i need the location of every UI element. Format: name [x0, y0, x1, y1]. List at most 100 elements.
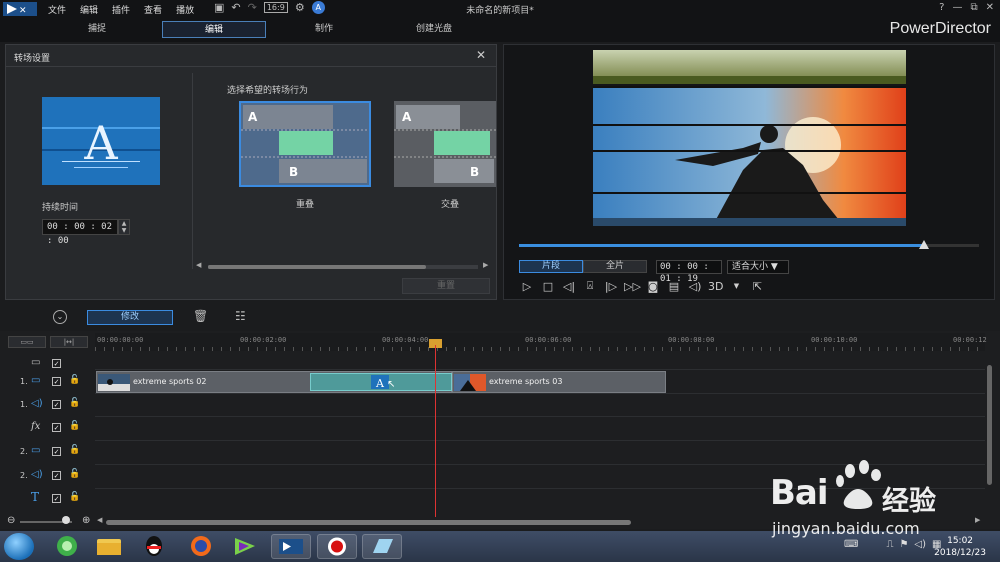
- tab-produce[interactable]: 制作: [272, 21, 376, 38]
- lock-icon[interactable]: 🔓: [69, 375, 80, 385]
- transition-clip[interactable]: A ↖: [310, 373, 452, 391]
- firefox-icon[interactable]: [181, 534, 221, 559]
- file-explorer-icon[interactable]: [89, 534, 129, 559]
- stop-icon[interactable]: □: [540, 280, 556, 293]
- chevron-down-icon[interactable]: ▼: [728, 282, 744, 290]
- track-separator: [95, 393, 985, 394]
- track-enable-checkbox[interactable]: ✓: [52, 423, 61, 432]
- track-enable-checkbox[interactable]: ✓: [52, 359, 61, 368]
- panel-title: 转场设置: [14, 54, 51, 64]
- lock-icon[interactable]: 🔓: [69, 469, 80, 479]
- volume-icon[interactable]: ◁): [687, 280, 703, 293]
- zoom-in-icon[interactable]: ⊕: [82, 515, 90, 526]
- seek-progress: [519, 244, 924, 247]
- tab-edit[interactable]: 编辑: [162, 21, 266, 38]
- video-editor-icon[interactable]: [225, 534, 265, 559]
- trash-icon[interactable]: 🗑: [193, 309, 208, 323]
- lock-icon[interactable]: 🔓: [69, 492, 80, 502]
- screen-recorder-icon[interactable]: [317, 534, 357, 559]
- taskbar-clock[interactable]: 15:02 2018/12/23: [934, 535, 986, 559]
- playhead-line: [435, 345, 436, 517]
- keyboard-icon[interactable]: ⌨: [844, 539, 858, 550]
- mark-icon[interactable]: ⍓: [582, 279, 598, 293]
- tab-capture[interactable]: 捕捉: [45, 21, 149, 38]
- track-separator: [95, 369, 985, 370]
- option-overlap[interactable]: A B: [239, 101, 371, 187]
- clip-mode-button[interactable]: 片段: [519, 260, 583, 273]
- duration-spinner[interactable]: ▲ ▼: [118, 219, 130, 235]
- list-icon[interactable]: ☷: [235, 309, 246, 323]
- lock-icon[interactable]: 🔓: [69, 421, 80, 431]
- modify-button[interactable]: 修改: [87, 310, 173, 325]
- scroll-right-icon[interactable]: ▶: [975, 516, 980, 524]
- qq-icon[interactable]: [134, 534, 174, 559]
- scroll-left-icon[interactable]: ◀: [97, 516, 102, 524]
- fit-size-select[interactable]: 适合大小 ▼: [727, 260, 789, 274]
- option-crossfade-label: 交叠: [440, 200, 459, 210]
- flag-icon[interactable]: ⚑: [899, 539, 908, 550]
- movie-mode-button[interactable]: 全片: [583, 260, 647, 273]
- scroll-left-icon[interactable]: ◀: [196, 261, 201, 269]
- seek-bar[interactable]: [519, 244, 979, 247]
- tab-create-disc[interactable]: 创建光盘: [382, 21, 486, 38]
- powerdirector-taskbar-icon[interactable]: [271, 534, 311, 559]
- storyboard-view-button[interactable]: ▭▭: [8, 336, 46, 348]
- track-enable-checkbox[interactable]: ✓: [52, 377, 61, 386]
- svg-text:B: B: [289, 165, 298, 179]
- video-clip[interactable]: extreme sports 03: [452, 371, 666, 393]
- restore-icon[interactable]: ⧉: [970, 2, 977, 13]
- svg-text:A: A: [375, 377, 385, 389]
- fit-timeline-button[interactable]: |↔|: [50, 336, 88, 348]
- timeline-horizontal-scrollbar[interactable]: [106, 520, 631, 525]
- scroll-right-icon[interactable]: ▶: [483, 261, 488, 269]
- windows-taskbar: ⌨ ⎍ ⚑ ◁) ▦ 15:02 2018/12/23: [0, 531, 1000, 562]
- browser-360-icon[interactable]: [47, 534, 87, 559]
- track-enable-checkbox[interactable]: ✓: [52, 400, 61, 409]
- track-enable-checkbox[interactable]: ✓: [52, 471, 61, 480]
- 3d-toggle[interactable]: 3D: [708, 280, 723, 293]
- snapshot-icon[interactable]: ◙: [645, 280, 661, 293]
- usb-icon[interactable]: ⎍: [886, 539, 893, 550]
- undock-icon[interactable]: ⇱: [749, 280, 765, 293]
- tick-label: 00:00:12: [953, 336, 987, 344]
- timecode-display[interactable]: 00 : 00 : 01 : 19: [656, 260, 722, 284]
- track-separator: [95, 464, 985, 465]
- options-scrollbar[interactable]: ◀ ▶: [196, 261, 491, 271]
- lock-icon[interactable]: 🔓: [69, 445, 80, 455]
- duration-input[interactable]: 00 : 00 : 02 : 00: [42, 219, 118, 246]
- track-number: 2.: [20, 447, 28, 456]
- timeline: ▭▭ |↔| 00:00:00:00 00:00:02:00 00:00:04:…: [0, 331, 1000, 529]
- notepad-icon[interactable]: [362, 534, 402, 559]
- video-track-icon: ▭: [31, 445, 41, 456]
- more-options-icon[interactable]: ⌄: [53, 310, 67, 324]
- close-icon[interactable]: ✕: [476, 48, 486, 62]
- track-separator: [95, 416, 985, 417]
- prev-frame-icon[interactable]: ◁|: [561, 280, 577, 293]
- crossfade-diagram-icon: A B: [394, 101, 496, 187]
- preview-frame-image: [593, 50, 906, 226]
- timeline-ruler[interactable]: 00:00:00:00 00:00:02:00 00:00:04:00 00:0…: [95, 333, 987, 351]
- reset-button[interactable]: 重置: [402, 278, 490, 294]
- zoom-out-icon[interactable]: ⊖: [7, 515, 15, 526]
- lock-icon[interactable]: 🔓: [69, 398, 80, 408]
- clip-movie-toggle: 片段 全片: [519, 260, 647, 273]
- zoom-knob[interactable]: [62, 516, 70, 524]
- option-crossfade[interactable]: A B: [394, 101, 496, 187]
- help-icon[interactable]: ?: [939, 2, 944, 13]
- track-enable-checkbox[interactable]: ✓: [52, 447, 61, 456]
- play-icon[interactable]: ▷: [519, 280, 535, 293]
- start-button-icon[interactable]: [4, 533, 34, 560]
- tick-label: 00:00:10:00: [811, 336, 858, 344]
- volume-icon[interactable]: ◁): [914, 539, 926, 550]
- minimize-icon[interactable]: —: [952, 2, 962, 13]
- close-icon[interactable]: ✕: [986, 2, 994, 13]
- next-frame-icon[interactable]: |▷: [603, 280, 619, 293]
- track-enable-checkbox[interactable]: ✓: [52, 494, 61, 503]
- panel-header: 转场设置 ✕: [6, 45, 496, 67]
- fast-forward-icon[interactable]: ▷▷: [624, 280, 641, 293]
- audio-track-icon: ◁): [31, 469, 43, 480]
- timeline-vertical-scrollbar[interactable]: [987, 365, 992, 485]
- scroll-thumb[interactable]: [208, 265, 426, 269]
- subtitle-icon[interactable]: ▤: [666, 280, 682, 293]
- seek-knob[interactable]: [918, 240, 929, 249]
